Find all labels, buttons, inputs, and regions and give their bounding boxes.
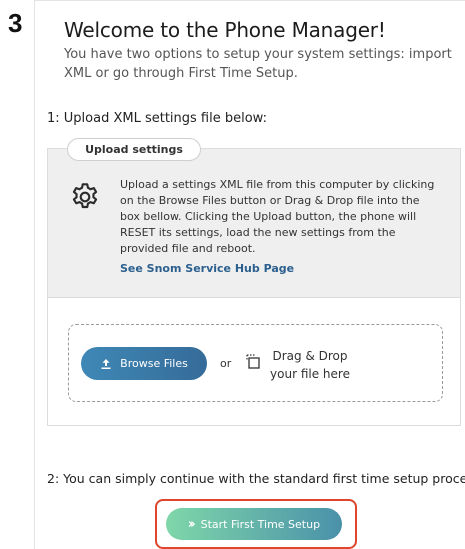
upload-panel: Upload settings Upload a settings XML fi… bbox=[47, 138, 461, 426]
browse-files-label: Browse Files bbox=[120, 357, 188, 370]
upload-step-label: 1: Upload XML settings file below: bbox=[47, 111, 267, 126]
file-dropzone[interactable]: Browse Files or Drag & Drop your file he… bbox=[68, 324, 443, 402]
drag-drop-icon bbox=[246, 354, 260, 369]
page-description: You have two options to setup your syste… bbox=[64, 47, 452, 81]
browse-files-button[interactable]: Browse Files bbox=[81, 347, 207, 380]
setup-step-label: 2: You can simply continue with the stan… bbox=[47, 471, 465, 486]
or-separator: or bbox=[220, 357, 232, 370]
upload-instructions: Upload a settings XML file from this com… bbox=[120, 178, 435, 255]
step-number: 3 bbox=[8, 8, 23, 38]
drag-drop-line2: your file here bbox=[270, 367, 350, 381]
start-setup-label: Start First Time Setup bbox=[200, 517, 321, 531]
double-chevron-right-icon: ›› bbox=[187, 516, 196, 532]
upload-settings-tab[interactable]: Upload settings bbox=[67, 138, 201, 161]
drag-drop-line1: Drag & Drop bbox=[272, 349, 348, 363]
upload-icon bbox=[101, 358, 111, 369]
page-title: Welcome to the Phone Manager! bbox=[64, 18, 386, 42]
drag-drop-text: Drag & Drop your file here bbox=[269, 347, 351, 383]
start-first-time-setup-button[interactable]: ›› Start First Time Setup bbox=[166, 508, 342, 540]
gear-icon bbox=[72, 183, 98, 209]
service-hub-link[interactable]: See Snom Service Hub Page bbox=[120, 262, 294, 275]
upload-info-section: Upload settings Upload a settings XML fi… bbox=[48, 138, 460, 298]
